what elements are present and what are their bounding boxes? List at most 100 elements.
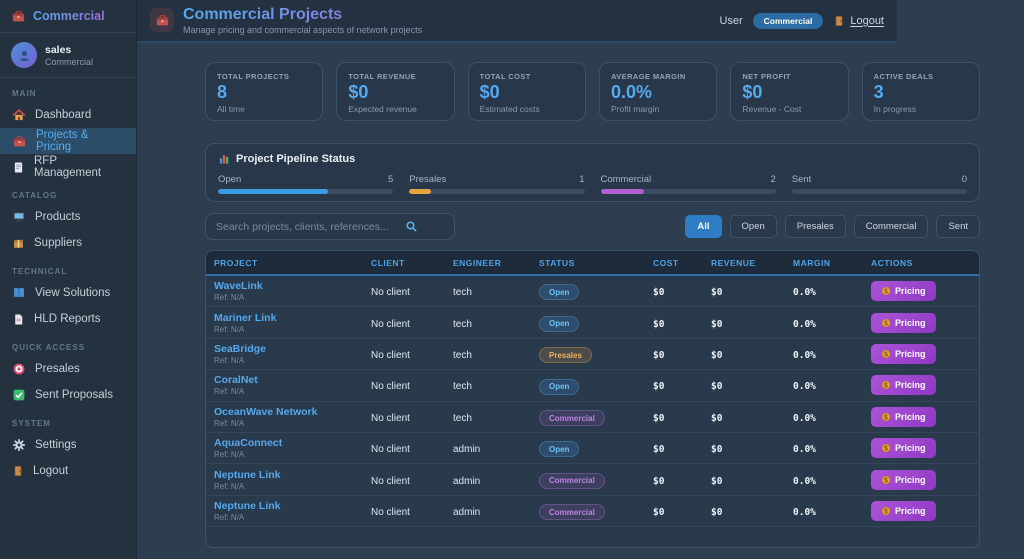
status-badge: Presales: [539, 347, 592, 363]
pricing-button[interactable]: Pricing: [871, 281, 936, 301]
status-badge: Commercial: [539, 473, 605, 489]
filter-buttons: All Open Presales Commercial Sent: [685, 215, 980, 238]
stat-sub: All time: [217, 104, 311, 114]
client-value: No client: [371, 319, 410, 330]
filter-button-sent[interactable]: Sent: [936, 215, 980, 238]
money-icon: [881, 443, 891, 453]
table-body: WaveLinkRef: N/ANo clienttechOpen$0$00.0…: [206, 276, 979, 527]
pricing-button-label: Pricing: [895, 318, 926, 328]
project-name-link[interactable]: CoralNet: [214, 374, 355, 386]
money-icon: [881, 380, 891, 390]
computer-icon: [12, 210, 26, 224]
sidebar-item-projects-pricing[interactable]: Projects & Pricing: [0, 128, 136, 154]
table-row: Neptune LinkRef: N/ANo clientadminCommer…: [206, 496, 979, 527]
client-cell: No client: [363, 502, 445, 520]
revenue-value: $0: [711, 476, 722, 487]
pricing-button[interactable]: Pricing: [871, 501, 936, 521]
nav-section-label: SYSTEM: [0, 408, 136, 432]
table-header: PROJECTCLIENTENGINEERSTATUSCOSTREVENUEMA…: [206, 251, 979, 276]
pricing-button[interactable]: Pricing: [871, 438, 936, 458]
stage-bar-fill: [601, 189, 645, 194]
stats-row: TOTAL PROJECTS8All timeTOTAL REVENUE$0Ex…: [205, 62, 980, 121]
margin-value: 0.0%: [793, 350, 816, 361]
money-icon: [881, 412, 891, 422]
app-root: Commercial sales Commercial MAINDashboar…: [0, 0, 1024, 559]
engineer-value: admin: [453, 444, 480, 455]
sidebar-item-sent-proposals[interactable]: Sent Proposals: [0, 382, 136, 408]
project-name-link[interactable]: Neptune Link: [214, 469, 355, 481]
project-name-link[interactable]: OceanWave Network: [214, 406, 355, 418]
project-name-link[interactable]: AquaConnect: [214, 437, 355, 449]
stat-value: $0: [742, 83, 836, 102]
pricing-button-label: Pricing: [895, 349, 926, 359]
filter-button-all[interactable]: All: [685, 215, 721, 238]
project-name-link[interactable]: Neptune Link: [214, 500, 355, 512]
document-icon: [12, 161, 25, 174]
logout-link[interactable]: Logout: [833, 15, 884, 27]
revenue-value: $0: [711, 507, 722, 518]
pricing-button[interactable]: Pricing: [871, 344, 936, 364]
sidebar-item-presales[interactable]: Presales: [0, 356, 136, 382]
margin-value: 0.0%: [793, 381, 816, 392]
stat-sub: Estimated costs: [480, 104, 574, 114]
project-cell: AquaConnectRef: N/A: [206, 437, 363, 459]
revenue-value: $0: [711, 287, 722, 298]
sidebar-item-label: View Solutions: [35, 287, 110, 299]
status-cell: Commercial: [531, 502, 645, 521]
toolbar: All Open Presales Commercial Sent: [205, 213, 980, 240]
sidebar-item-logout[interactable]: Logout: [0, 458, 136, 484]
stat-card-active-deals: ACTIVE DEALS3In progress: [862, 62, 980, 121]
stat-label: TOTAL COST: [480, 72, 574, 81]
stage-label: Sent: [792, 174, 812, 185]
stat-label: ACTIVE DEALS: [874, 72, 968, 81]
project-name-link[interactable]: WaveLink: [214, 280, 355, 292]
stage-head: Open5: [218, 174, 393, 185]
cost-value: $0: [653, 444, 664, 455]
stage-bar-track: [601, 189, 776, 194]
pricing-button[interactable]: Pricing: [871, 407, 936, 427]
stage-bar-track: [792, 189, 967, 194]
project-name-link[interactable]: Mariner Link: [214, 312, 355, 324]
column-header-status: STATUS: [531, 258, 645, 268]
revenue-cell: $0: [703, 345, 785, 363]
user-role: Commercial: [45, 57, 93, 67]
status-badge: Open: [539, 284, 579, 300]
filter-button-open[interactable]: Open: [730, 215, 777, 238]
pricing-button-label: Pricing: [895, 475, 926, 485]
table-row: Neptune LinkRef: N/ANo clientadminCommer…: [206, 464, 979, 495]
stat-sub: Revenue - Cost: [742, 104, 836, 114]
margin-value: 0.0%: [793, 444, 816, 455]
cost-cell: $0: [645, 282, 703, 300]
stage-label: Commercial: [601, 174, 652, 185]
status-cell: Commercial: [531, 470, 645, 489]
stat-sub: In progress: [874, 104, 968, 114]
margin-cell: 0.0%: [785, 471, 863, 489]
client-value: No client: [371, 350, 410, 361]
sidebar-item-view-solutions[interactable]: View Solutions: [0, 280, 136, 306]
pricing-button[interactable]: Pricing: [871, 375, 936, 395]
filter-button-presales[interactable]: Presales: [785, 215, 846, 238]
sidebar-item-rfp-management[interactable]: RFP Management: [0, 154, 136, 180]
sidebar-item-label: Dashboard: [35, 109, 91, 121]
project-name-link[interactable]: SeaBridge: [214, 343, 355, 355]
stage-head: Presales1: [409, 174, 584, 185]
sidebar-item-dashboard[interactable]: Dashboard: [0, 102, 136, 128]
stat-value: 8: [217, 83, 311, 102]
client-value: No client: [371, 444, 410, 455]
margin-value: 0.0%: [793, 287, 816, 298]
pricing-button[interactable]: Pricing: [871, 470, 936, 490]
project-cell: Mariner LinkRef: N/A: [206, 312, 363, 334]
sidebar-item-products[interactable]: Products: [0, 204, 136, 230]
pipeline-stage-commercial: Commercial2: [601, 174, 776, 194]
sidebar-item-suppliers[interactable]: Suppliers: [0, 230, 136, 256]
cost-cell: $0: [645, 376, 703, 394]
sidebar-item-hld-reports[interactable]: HLD Reports: [0, 306, 136, 332]
pricing-button[interactable]: Pricing: [871, 313, 936, 333]
sidebar-user-card: sales Commercial: [0, 33, 136, 78]
sidebar-item-label: RFP Management: [34, 155, 124, 179]
engineer-cell: admin: [445, 502, 531, 520]
margin-value: 0.0%: [793, 413, 816, 424]
nav-section-label: QUICK ACCESS: [0, 332, 136, 356]
filter-button-commercial[interactable]: Commercial: [854, 215, 929, 238]
sidebar-item-settings[interactable]: Settings: [0, 432, 136, 458]
